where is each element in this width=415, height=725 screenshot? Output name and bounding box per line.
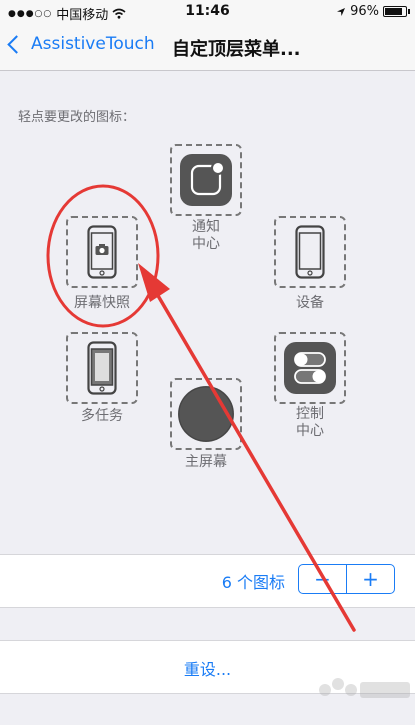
navigation-bar: AssistiveTouch 自定顶层菜单... bbox=[0, 24, 415, 71]
slot-device[interactable]: 设备 bbox=[274, 216, 348, 312]
slot-frame bbox=[274, 216, 346, 288]
slot-label: 设备 bbox=[296, 295, 324, 311]
status-right: 96% bbox=[336, 4, 410, 19]
status-bar: ●●●○○ 中国移动 11:46 96% bbox=[0, 0, 415, 24]
slot-multitask[interactable]: 多任务 bbox=[66, 332, 140, 428]
slot-frame bbox=[66, 332, 138, 404]
slot-label: 屏幕快照 bbox=[74, 295, 130, 311]
battery-percent: 96% bbox=[350, 4, 379, 19]
multitask-icon bbox=[87, 341, 117, 395]
toggles-icon bbox=[284, 342, 336, 394]
reset-row[interactable]: 重设... bbox=[0, 640, 415, 694]
slot-label: 控制 中心 bbox=[296, 406, 324, 439]
slot-frame bbox=[170, 144, 242, 216]
home-button-icon bbox=[178, 386, 234, 442]
slot-label: 主屏幕 bbox=[185, 454, 227, 470]
slot-frame bbox=[274, 332, 346, 404]
icon-count-stepper: − + bbox=[298, 564, 395, 594]
slot-home[interactable]: 主屏幕 bbox=[170, 378, 244, 474]
notification-center-icon bbox=[180, 154, 232, 206]
slot-notification-center[interactable]: 通知 中心 bbox=[170, 144, 244, 252]
page-title: 自定顶层菜单... bbox=[172, 39, 301, 60]
slot-frame bbox=[170, 378, 242, 450]
camera-phone-icon bbox=[87, 225, 117, 279]
slot-screenshot[interactable]: 屏幕快照 bbox=[66, 216, 140, 312]
slot-label: 通知 中心 bbox=[192, 219, 220, 252]
back-button-label: AssistiveTouch bbox=[31, 34, 155, 54]
section-label: 轻点要更改的图标： bbox=[18, 110, 136, 125]
icon-count-row: 6 个图标 − + bbox=[0, 554, 415, 608]
chevron-left-icon bbox=[7, 34, 26, 54]
slot-label: 多任务 bbox=[81, 408, 123, 424]
back-button[interactable]: AssistiveTouch bbox=[7, 34, 155, 54]
slot-control-center[interactable]: 控制 中心 bbox=[274, 332, 348, 442]
reset-button[interactable]: 重设... bbox=[0, 656, 415, 680]
minus-button[interactable]: − bbox=[299, 565, 346, 593]
battery-fill bbox=[385, 8, 403, 15]
slot-frame bbox=[66, 216, 138, 288]
location-arrow-icon bbox=[337, 7, 346, 16]
battery-icon bbox=[383, 6, 410, 17]
plus-button[interactable]: + bbox=[346, 565, 394, 593]
phone-icon bbox=[295, 225, 325, 279]
icon-count-label: 6 个图标 bbox=[221, 573, 285, 592]
